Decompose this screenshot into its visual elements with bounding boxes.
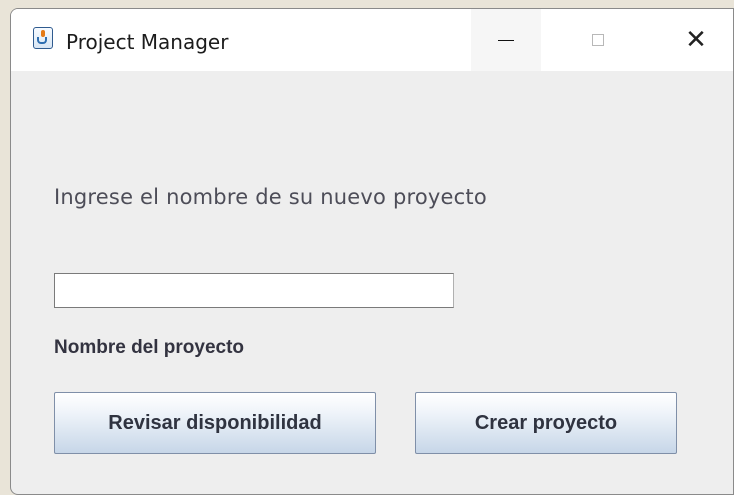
title-bar[interactable]: Project Manager ✕	[11, 9, 733, 71]
minimize-button[interactable]	[471, 9, 541, 71]
window-title: Project Manager	[66, 30, 229, 54]
maximize-button[interactable]	[563, 9, 633, 71]
project-name-label: Nombre del proyecto	[54, 337, 245, 358]
close-button[interactable]: ✕	[661, 9, 731, 71]
check-availability-button[interactable]: Revisar disponibilidad	[54, 392, 376, 454]
create-project-button[interactable]: Crear proyecto	[415, 392, 677, 454]
prompt-text: Ingrese el nombre de su nuevo proyecto	[54, 185, 487, 209]
java-icon	[33, 27, 53, 49]
close-icon: ✕	[685, 25, 707, 55]
project-manager-window: Project Manager ✕ Ingrese el nombre de s…	[10, 8, 734, 495]
maximize-icon	[592, 34, 604, 46]
minimize-icon	[498, 39, 514, 41]
project-name-input[interactable]	[54, 273, 454, 308]
